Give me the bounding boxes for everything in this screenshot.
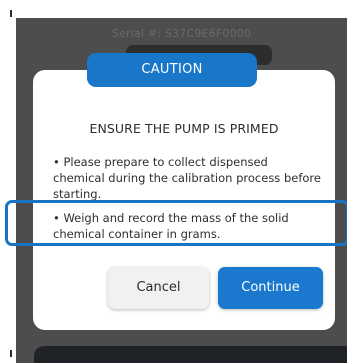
highlight-box bbox=[5, 200, 347, 246]
corner-tick-bottom bbox=[10, 350, 12, 357]
continue-button[interactable]: Continue bbox=[218, 267, 323, 309]
cancel-button[interactable]: Cancel bbox=[108, 267, 209, 309]
caution-header: CAUTION bbox=[87, 53, 257, 87]
dialog-title: ENSURE THE PUMP IS PRIMED bbox=[89, 121, 279, 136]
background-bottom-button bbox=[34, 346, 347, 363]
instruction-bullet-collect: • Please prepare to collect dispensed ch… bbox=[53, 155, 321, 201]
corner-tick-top bbox=[10, 10, 12, 17]
serial-number-text: Serial #: S37C9E6F0000 bbox=[111, 27, 252, 40]
